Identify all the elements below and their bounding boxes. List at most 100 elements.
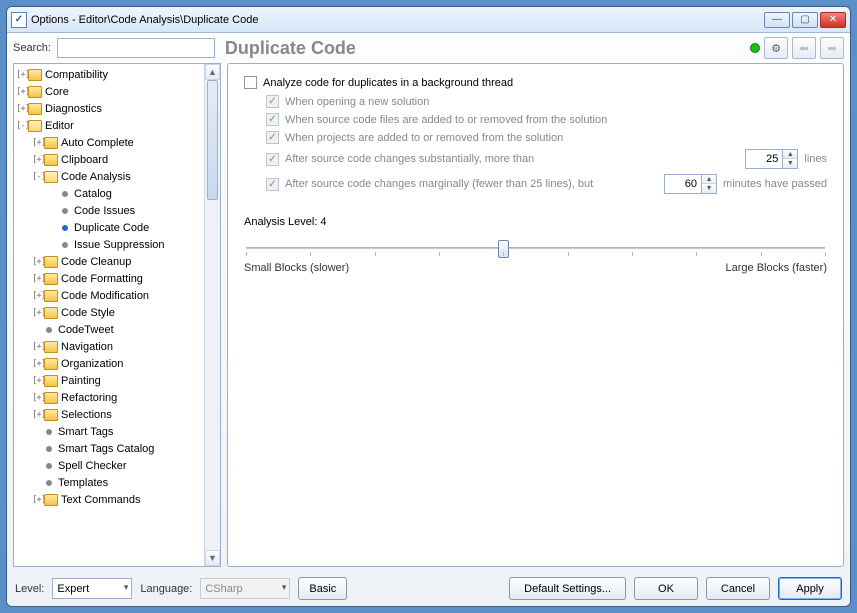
tree-node-label: Compatibility: [45, 69, 108, 81]
tree-scrollbar[interactable]: ▲ ▼: [204, 64, 220, 566]
spin-down-icon[interactable]: ▼: [783, 159, 797, 168]
lines-spinner[interactable]: ▲▼: [745, 149, 798, 169]
tree-node[interactable]: [+]Navigation: [14, 338, 204, 355]
spin-up-icon[interactable]: ▲: [783, 150, 797, 159]
tree-node[interactable]: Issue Suppression: [14, 236, 204, 253]
folder-icon: [44, 256, 58, 268]
close-button[interactable]: ✕: [820, 12, 846, 28]
opt-analyze-bg[interactable]: Analyze code for duplicates in a backgro…: [244, 76, 827, 89]
opt-when-open[interactable]: When opening a new solution: [266, 95, 827, 108]
tree-node[interactable]: [+]Clipboard: [14, 151, 204, 168]
scroll-thumb[interactable]: [207, 80, 218, 200]
nav-forward-button[interactable]: ➡: [820, 37, 844, 59]
expand-icon[interactable]: [+]: [32, 257, 44, 267]
tree-node[interactable]: Catalog: [14, 185, 204, 202]
expand-icon[interactable]: [+]: [32, 393, 44, 403]
search-input[interactable]: [57, 38, 215, 58]
tree-node[interactable]: [+]Code Style: [14, 304, 204, 321]
folder-icon: [44, 358, 58, 370]
tree-node-label: Issue Suppression: [74, 239, 165, 251]
tree-node[interactable]: [+]Code Formatting: [14, 270, 204, 287]
expand-icon[interactable]: [+]: [32, 376, 44, 386]
opt-after-substantial[interactable]: After source code changes substantially,…: [266, 149, 827, 169]
expand-icon[interactable]: [+]: [32, 291, 44, 301]
expand-icon[interactable]: [+]: [32, 410, 44, 420]
unit-label: lines: [804, 153, 827, 165]
tree-node[interactable]: [+]Organization: [14, 355, 204, 372]
collapse-icon[interactable]: [-]: [16, 121, 28, 131]
ok-button[interactable]: OK: [634, 577, 698, 600]
tree-node[interactable]: [+]Refactoring: [14, 389, 204, 406]
tree-node[interactable]: [-]Editor: [14, 117, 204, 134]
expand-icon[interactable]: [+]: [32, 359, 44, 369]
language-select: CSharp: [200, 578, 290, 599]
tree-node-label: Duplicate Code: [74, 222, 149, 234]
tree-node[interactable]: Code Issues: [14, 202, 204, 219]
checkbox-icon[interactable]: [266, 153, 279, 166]
expand-icon[interactable]: [+]: [32, 495, 44, 505]
opt-label: Analyze code for duplicates in a backgro…: [263, 77, 513, 89]
cancel-button[interactable]: Cancel: [706, 577, 770, 600]
spin-up-icon[interactable]: ▲: [702, 175, 716, 184]
scroll-up-icon[interactable]: ▲: [205, 64, 220, 80]
analysis-level-slider[interactable]: [246, 238, 825, 258]
checkbox-icon[interactable]: [266, 95, 279, 108]
tree-node[interactable]: [+] Code Cleanup: [14, 253, 204, 270]
minutes-spinner[interactable]: ▲▼: [664, 174, 717, 194]
tree-node[interactable]: [+]Selections: [14, 406, 204, 423]
tree-node[interactable]: [-]Code Analysis: [14, 168, 204, 185]
search-label: Search:: [13, 42, 51, 54]
content-area: Search: Duplicate Code ⚙ ⬅ ➡ [+] Compatib…: [7, 33, 850, 606]
minutes-input[interactable]: [665, 175, 701, 193]
collapse-icon[interactable]: [-]: [32, 172, 44, 182]
opt-when-files[interactable]: When source code files are added to or r…: [266, 113, 827, 126]
checkbox-icon[interactable]: [266, 113, 279, 126]
level-select[interactable]: Expert: [52, 578, 132, 599]
tree-node-label: Code Cleanup: [61, 256, 131, 268]
header-actions: ⚙ ⬅ ➡: [750, 37, 844, 59]
opt-when-projects[interactable]: When projects are added to or removed fr…: [266, 131, 827, 144]
tree-node[interactable]: Spell Checker: [14, 457, 204, 474]
tree-node[interactable]: [+] Compatibility: [14, 66, 204, 83]
tree-node[interactable]: Smart Tags Catalog: [14, 440, 204, 457]
nav-tree[interactable]: [+]Compatibility[+]Core[+]Diagnostics[-]…: [14, 64, 204, 566]
expand-icon[interactable]: [+]: [32, 155, 44, 165]
settings-button[interactable]: ⚙: [764, 37, 788, 59]
scroll-down-icon[interactable]: ▼: [205, 550, 220, 566]
tree-node[interactable]: [+]Auto Complete: [14, 134, 204, 151]
expand-icon[interactable]: [+]: [32, 308, 44, 318]
tree-node[interactable]: Smart Tags: [14, 423, 204, 440]
spin-down-icon[interactable]: ▼: [702, 184, 716, 193]
tree-node[interactable]: Templates: [14, 474, 204, 491]
tree-node[interactable]: Duplicate Code: [14, 219, 204, 236]
expand-icon[interactable]: [+]: [16, 104, 28, 114]
opt-after-marginal[interactable]: After source code changes marginally (fe…: [266, 174, 827, 194]
lines-input[interactable]: [746, 150, 782, 168]
tree-node[interactable]: [+]Painting: [14, 372, 204, 389]
tree-node[interactable]: [+]Code Modification: [14, 287, 204, 304]
folder-icon: [44, 341, 58, 353]
checkbox-icon[interactable]: [266, 131, 279, 144]
expand-icon[interactable]: [+]: [32, 342, 44, 352]
nav-back-button[interactable]: ⬅: [792, 37, 816, 59]
checkbox-icon[interactable]: [266, 178, 279, 191]
slider-tick: [632, 252, 633, 256]
slider-tick: [246, 252, 247, 256]
default-settings-button[interactable]: Default Settings...: [509, 577, 626, 600]
checkbox-icon[interactable]: [244, 76, 257, 89]
expand-icon[interactable]: [+]: [16, 70, 28, 80]
expand-icon[interactable]: [+]: [32, 138, 44, 148]
titlebar[interactable]: Options - Editor\Code Analysis\Duplicate…: [7, 7, 850, 33]
expand-icon[interactable]: [+]: [32, 274, 44, 284]
tree-node[interactable]: CodeTweet: [14, 321, 204, 338]
maximize-button[interactable]: ▢: [792, 12, 818, 28]
basic-button[interactable]: Basic: [298, 577, 347, 600]
minimize-button[interactable]: —: [764, 12, 790, 28]
slider-left-label: Small Blocks (slower): [244, 262, 349, 274]
apply-button[interactable]: Apply: [778, 577, 842, 600]
level-label: Level:: [15, 583, 44, 595]
tree-node[interactable]: [+]Core: [14, 83, 204, 100]
tree-node[interactable]: [+]Text Commands: [14, 491, 204, 508]
expand-icon[interactable]: [+]: [16, 87, 28, 97]
tree-node[interactable]: [+]Diagnostics: [14, 100, 204, 117]
